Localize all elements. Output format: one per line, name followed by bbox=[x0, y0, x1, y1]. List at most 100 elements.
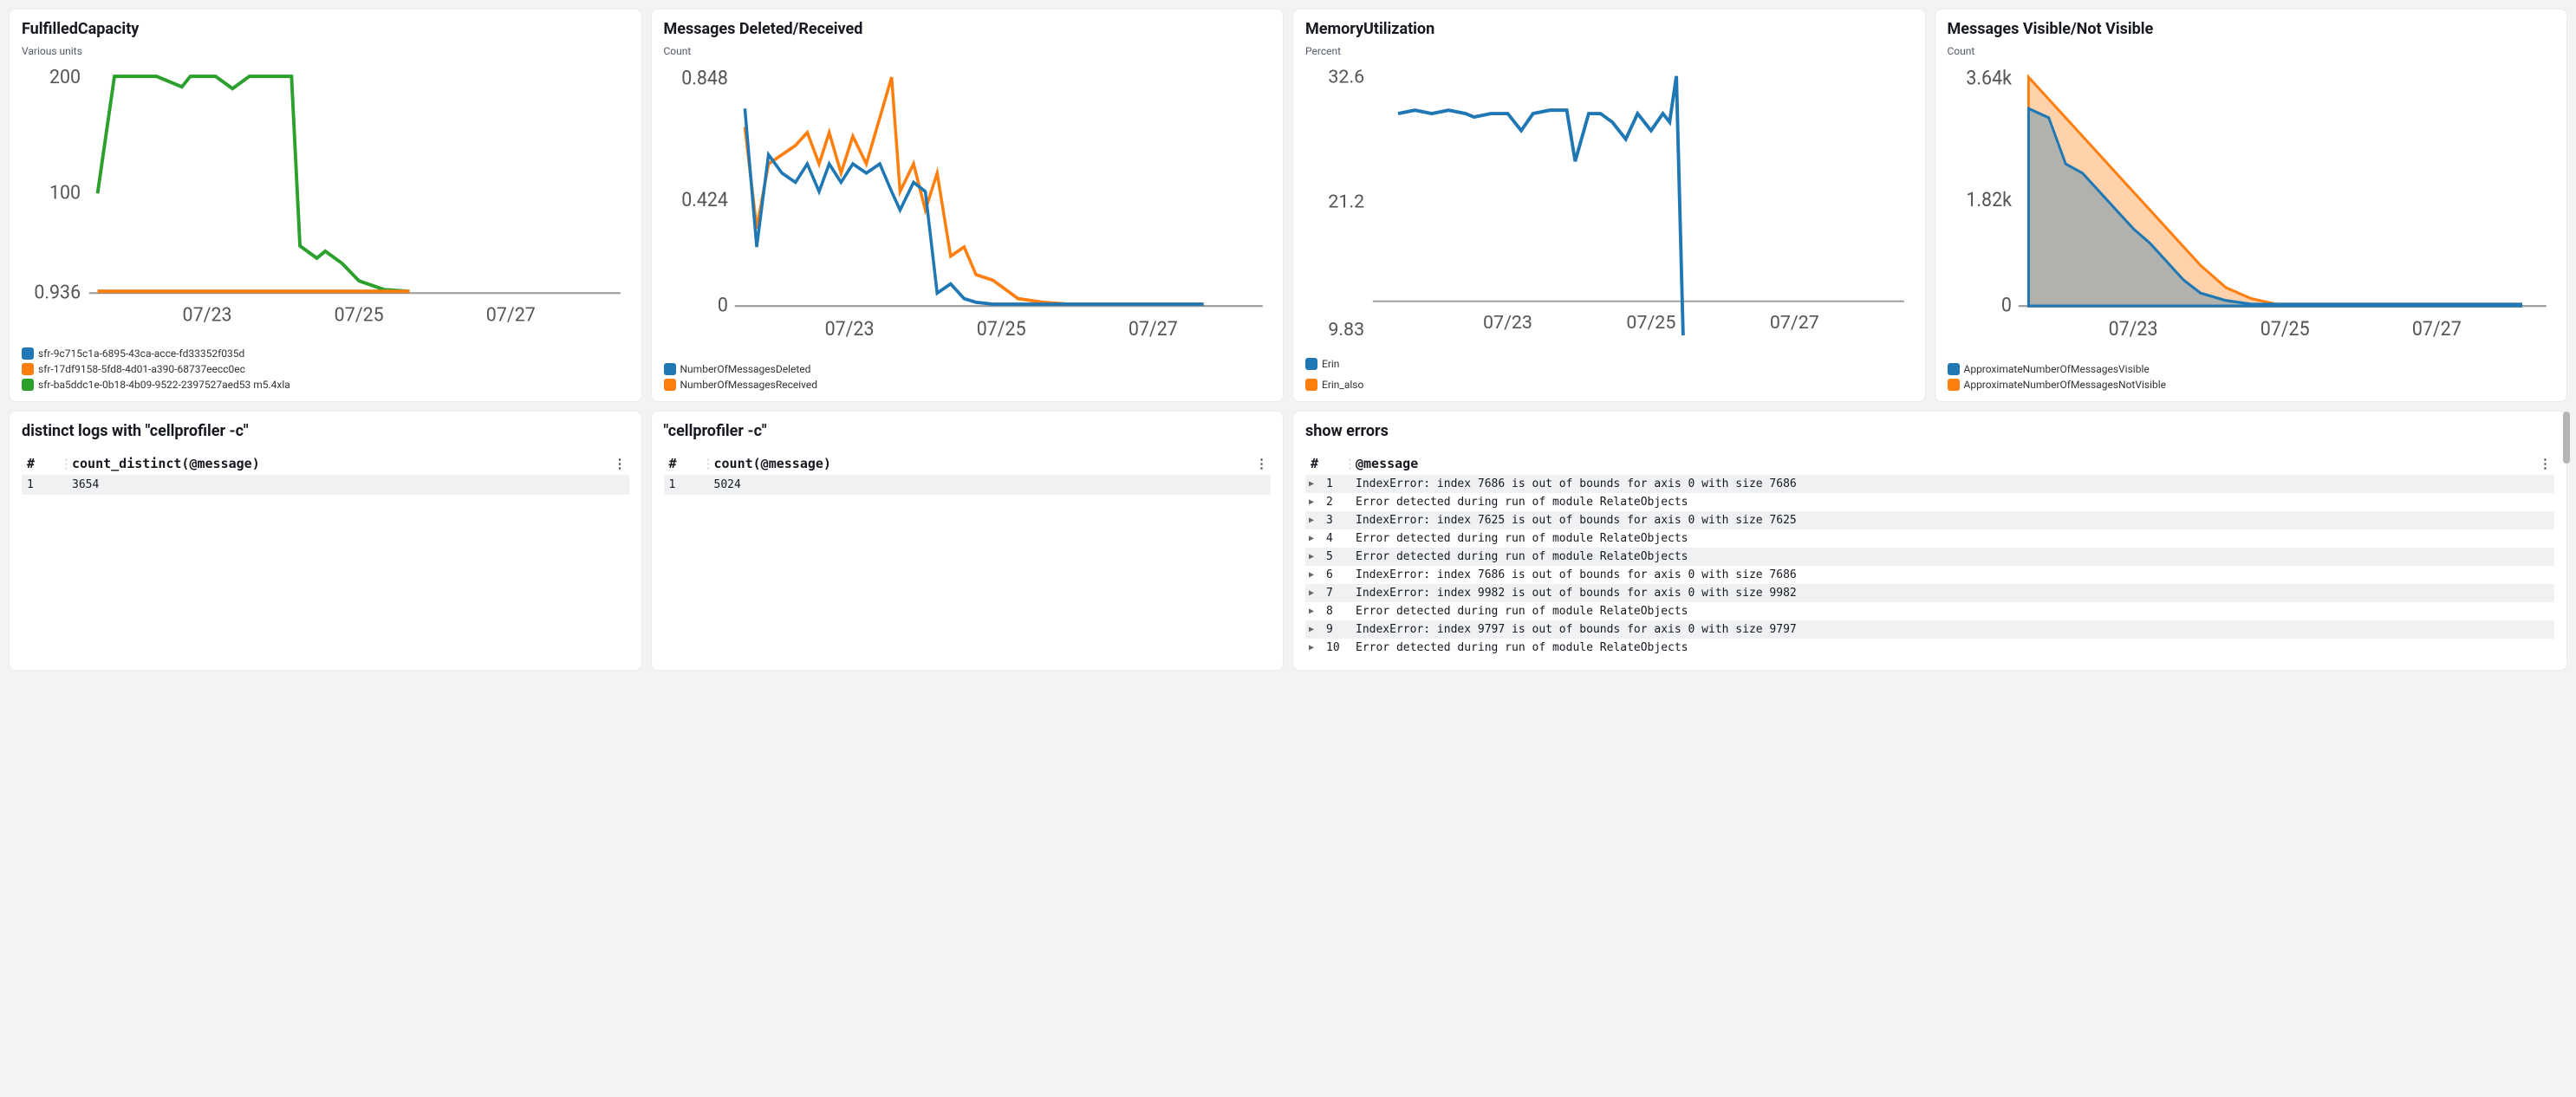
error-row[interactable]: ▶ 3 IndexError: index 7625 is out of bound… bbox=[1305, 511, 2554, 529]
chart-visible[interactable]: 3.64k 1.82k 0 07/23 07/25 07/27 bbox=[1948, 62, 2555, 358]
widget-title: show errors bbox=[1305, 422, 2554, 440]
widget-unit: Count bbox=[664, 45, 1272, 57]
error-list[interactable]: ▶1IndexError: index 7686 is out of bound… bbox=[1305, 475, 2554, 657]
legend-swatch-icon bbox=[1305, 379, 1317, 391]
legend-swatch-icon bbox=[1305, 358, 1317, 370]
widget-messages-visible[interactable]: Messages Visible/Not Visible Count 3.64k… bbox=[1935, 9, 2568, 402]
error-message: IndexError: index 7686 is out of bounds … bbox=[1356, 477, 2551, 490]
error-row[interactable]: ▶ 5 Error detected during run of module Re… bbox=[1305, 548, 2554, 566]
expand-caret-icon[interactable]: ▶ bbox=[1309, 625, 1319, 634]
svg-text:07/27: 07/27 bbox=[1770, 312, 1819, 334]
expand-caret-icon[interactable]: ▶ bbox=[1309, 552, 1319, 561]
column-message: count(@message) bbox=[714, 456, 831, 471]
svg-text:07/25: 07/25 bbox=[976, 317, 1025, 341]
svg-text:21.2: 21.2 bbox=[1328, 191, 1364, 212]
chart-legend: sfr-9c715c1a-6895-43ca-acce-fd33352f035d… bbox=[22, 347, 629, 391]
error-row[interactable]: ▶ 8 Error detected during run of module Re… bbox=[1305, 602, 2554, 620]
expand-caret-icon[interactable]: ▶ bbox=[1309, 479, 1319, 489]
widget-title: MemoryUtilization bbox=[1305, 20, 1913, 38]
chart-messages[interactable]: 0.848 0.424 0 07/23 07/25 07/27 bbox=[664, 62, 1272, 358]
error-row[interactable]: ▶4Error detected during run of module Re… bbox=[1305, 529, 2554, 548]
svg-text:9.83: 9.83 bbox=[1328, 319, 1364, 341]
legend-item[interactable]: Erin bbox=[1305, 358, 1913, 370]
expand-caret-icon[interactable]: ▶ bbox=[1309, 588, 1319, 598]
error-row[interactable]: ▶ 6 IndexError: index 7686 is out of bound… bbox=[1305, 566, 2554, 584]
legend-swatch-icon bbox=[1948, 363, 1960, 375]
legend-item[interactable]: Erin_also bbox=[1305, 379, 1913, 391]
widget-messages-deleted-received[interactable]: Messages Deleted/Received Count 0.848 0.… bbox=[651, 9, 1285, 402]
widget-fulfilled-capacity[interactable]: FulfilledCapacity Various units 200 100 … bbox=[9, 9, 642, 402]
table-row[interactable]: 1 3654 bbox=[22, 475, 629, 495]
svg-text:200: 200 bbox=[49, 67, 81, 88]
table-row[interactable]: 1 5024 bbox=[664, 475, 1272, 495]
error-row[interactable]: ▶ 2 Error detected during run of module Re… bbox=[1305, 493, 2554, 511]
widget-show-errors[interactable]: show errors # @message ⋮ ▶1IndexError: i… bbox=[1292, 411, 2567, 671]
widget-memory-utilization[interactable]: MemoryUtilization Percent 32.6 21.2 9.83… bbox=[1292, 9, 1926, 402]
error-message: IndexError: index 7625 is out of bounds … bbox=[1356, 514, 2551, 527]
row-number: 1 bbox=[664, 478, 714, 491]
svg-text:32.6: 32.6 bbox=[1328, 67, 1364, 88]
scrollbar-thumb[interactable] bbox=[2563, 412, 2570, 464]
legend-item[interactable]: NumberOfMessagesDeleted bbox=[664, 363, 1272, 375]
widget-cellprofiler[interactable]: "cellprofiler -c" # count(@message) ⋮ 1 … bbox=[651, 411, 1285, 671]
error-message: Error detected during run of module Rela… bbox=[1356, 532, 2551, 545]
expand-caret-icon[interactable]: ▶ bbox=[1309, 516, 1319, 525]
row-number: 3 bbox=[1326, 514, 1349, 527]
error-row[interactable]: ▶1IndexError: index 7686 is out of bound… bbox=[1305, 475, 2554, 493]
error-message: Error detected during run of module Rela… bbox=[1356, 550, 2551, 563]
expand-caret-icon[interactable]: ▶ bbox=[1309, 643, 1319, 652]
chart-memory[interactable]: 32.6 21.2 9.83 07/23 07/25 07/27 bbox=[1305, 62, 1913, 353]
svg-text:0.848: 0.848 bbox=[681, 67, 728, 90]
widget-unit: Various units bbox=[22, 45, 629, 57]
legend-swatch-icon bbox=[1948, 379, 1960, 391]
legend-item[interactable]: ApproximateNumberOfMessagesNotVisible bbox=[1948, 379, 2555, 391]
svg-text:0: 0 bbox=[717, 294, 727, 317]
error-message: IndexError: index 9982 is out of bounds … bbox=[1356, 587, 2551, 600]
row-value: 3654 bbox=[72, 478, 612, 491]
error-row[interactable]: ▶ 7 IndexError: index 9982 is out of bound… bbox=[1305, 584, 2554, 602]
expand-caret-icon[interactable]: ▶ bbox=[1309, 497, 1319, 507]
expand-caret-icon[interactable]: ▶ bbox=[1309, 534, 1319, 543]
chart-fulfilled[interactable]: 200 100 0.936 07/23 07/25 07/27 bbox=[22, 62, 629, 342]
widget-unit: Count bbox=[1948, 45, 2555, 57]
row-number: 5 bbox=[1326, 550, 1349, 563]
error-message: IndexError: index 7686 is out of bounds … bbox=[1356, 568, 2551, 581]
svg-text:3.64k: 3.64k bbox=[1966, 67, 2012, 90]
svg-text:07/25: 07/25 bbox=[335, 304, 384, 326]
expand-caret-icon[interactable]: ▶ bbox=[1309, 607, 1319, 616]
legend-swatch-icon bbox=[22, 379, 34, 391]
legend-swatch-icon bbox=[664, 363, 676, 375]
error-row[interactable]: ▶ 10 Error detected during run of module R… bbox=[1305, 639, 2554, 657]
row-number: 2 bbox=[1326, 496, 1349, 509]
error-row[interactable]: ▶9IndexError: index 9797 is out of bound… bbox=[1305, 620, 2554, 639]
widget-distinct-logs[interactable]: distinct logs with "cellprofiler -c" # c… bbox=[9, 411, 642, 671]
legend-item[interactable]: sfr-9c715c1a-6895-43ca-acce-fd33352f035d bbox=[22, 347, 629, 360]
row-number: 8 bbox=[1326, 605, 1349, 618]
legend-item[interactable]: ApproximateNumberOfMessagesVisible bbox=[1948, 363, 2555, 375]
row-value: 5024 bbox=[714, 478, 1254, 491]
row-number: 7 bbox=[1326, 587, 1349, 600]
kebab-menu-icon[interactable]: ⋮ bbox=[612, 456, 629, 471]
table-header: # count_distinct(@message) ⋮ bbox=[22, 452, 629, 475]
row-number: 6 bbox=[1326, 568, 1349, 581]
error-message: Error detected during run of module Rela… bbox=[1356, 605, 2551, 618]
error-message: Error detected during run of module Rela… bbox=[1356, 496, 2551, 509]
legend-item[interactable]: sfr-ba5ddc1e-0b18-4b09-9522-2397527aed53… bbox=[22, 379, 629, 391]
svg-text:0: 0 bbox=[2000, 294, 2011, 317]
svg-text:0.424: 0.424 bbox=[681, 188, 728, 211]
widget-title: FulfilledCapacity bbox=[22, 20, 629, 38]
legend-item[interactable]: NumberOfMessagesReceived bbox=[664, 379, 1272, 391]
dashboard-grid: FulfilledCapacity Various units 200 100 … bbox=[9, 9, 2567, 671]
error-message: IndexError: index 9797 is out of bounds … bbox=[1356, 623, 2551, 636]
kebab-menu-icon[interactable]: ⋮ bbox=[2537, 456, 2554, 471]
legend-swatch-icon bbox=[22, 347, 34, 360]
legend-item[interactable]: sfr-17df9158-5fd8-4d01-a390-68737eecc0ec bbox=[22, 363, 629, 375]
svg-text:07/27: 07/27 bbox=[1128, 317, 1177, 341]
column-message: count_distinct(@message) bbox=[72, 456, 260, 471]
error-message: Error detected during run of module Rela… bbox=[1356, 641, 2551, 654]
expand-caret-icon[interactable]: ▶ bbox=[1309, 570, 1319, 580]
row-number: 10 bbox=[1326, 641, 1349, 654]
widget-title: "cellprofiler -c" bbox=[664, 422, 1272, 440]
kebab-menu-icon[interactable]: ⋮ bbox=[1253, 456, 1271, 471]
svg-text:0.936: 0.936 bbox=[34, 282, 81, 303]
